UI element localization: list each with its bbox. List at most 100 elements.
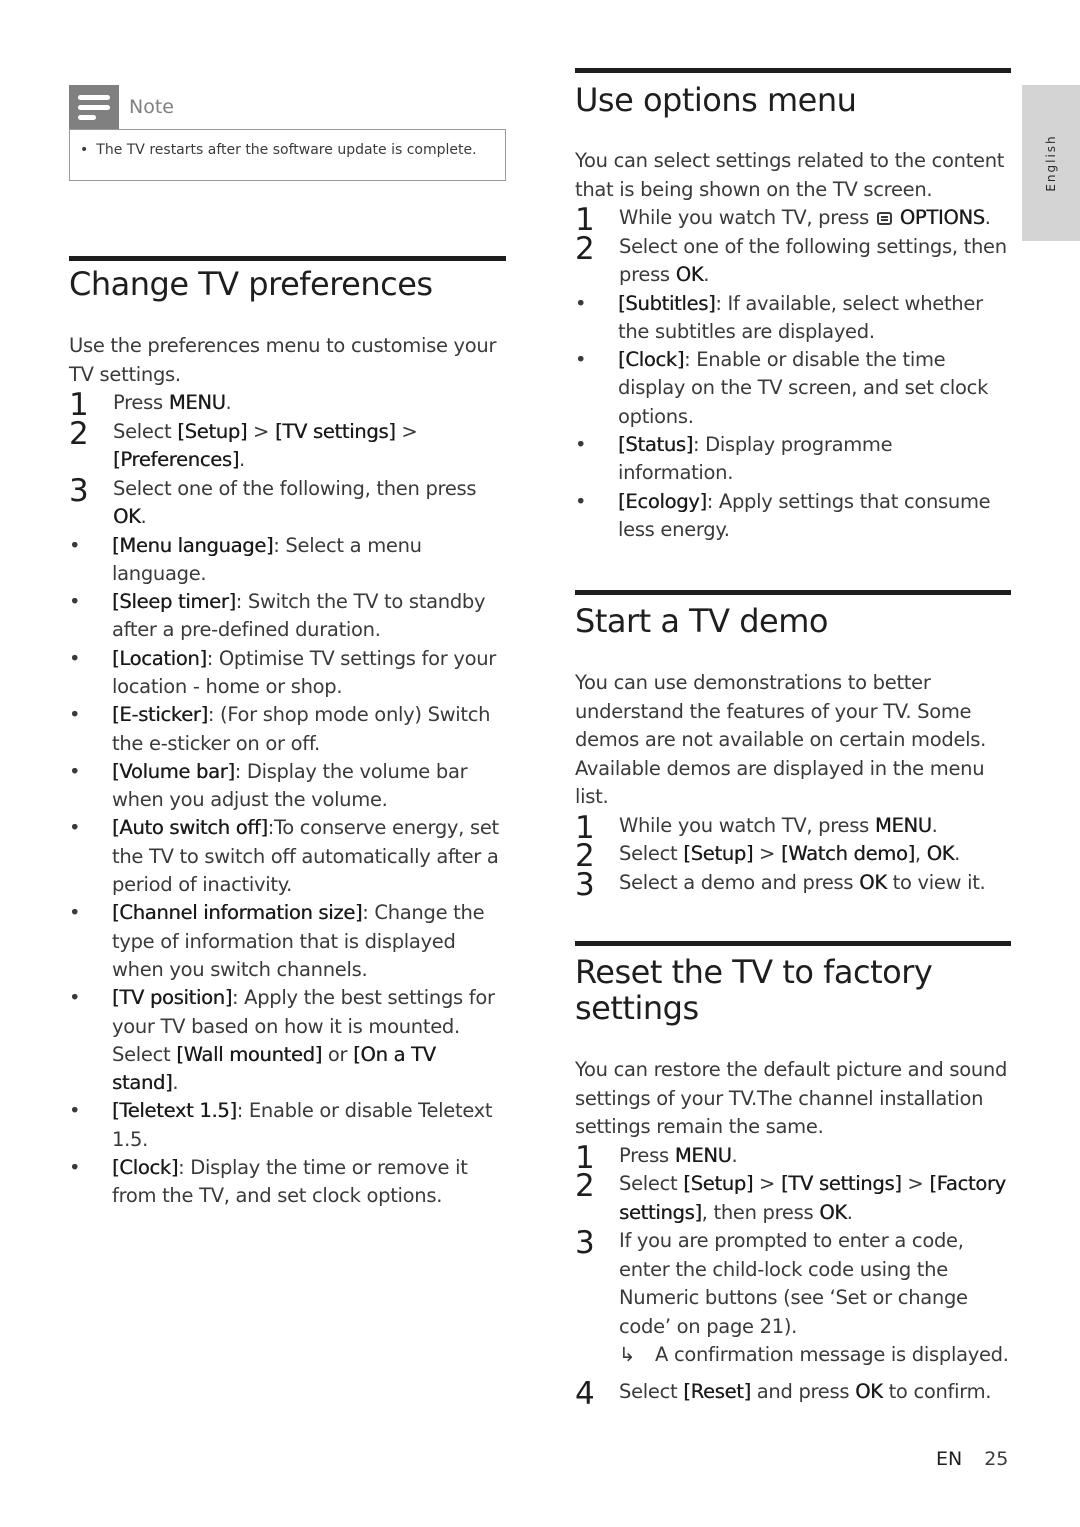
emphasis-text: OK [819,1200,847,1224]
bullet-icon: • [69,986,81,1010]
emphasis-text: OK [113,505,141,528]
page-footer: EN 25 [936,1448,1008,1470]
emphasis-text: [Teletext 1.5] [112,1099,237,1123]
step-item: 3 If you are prompted to enter a code, en… [575,1227,1011,1341]
bullet-text: [TV position]: Apply the best settings f… [112,986,495,1095]
emphasis-text: [Setup] [683,1172,754,1196]
step-item: 2 Select [Setup] > [TV settings] > [Prefe… [69,418,506,475]
emphasis-text: [Status] [618,432,693,456]
bullet-text: [E-sticker]: (For shop mode only) Switch… [112,703,491,755]
bullet-text: [Menu language]: Select a menu language. [112,533,422,585]
bullet-item: • [Status]: Display programme information… [575,431,1011,488]
bullet-item: • [Teletext 1.5]: Enable or disable Telet… [69,1097,506,1154]
emphasis-text: OK [926,842,955,866]
bullet-text: [Teletext 1.5]: Enable or disable Telete… [112,1099,493,1151]
emphasis-text: [Volume bar] [112,759,235,783]
bullet-icon: • [69,901,81,925]
emphasis-text: OPTIONS [893,206,985,229]
emphasis-text: [Channel information size] [112,901,363,925]
step-item: 4 Select [Reset] and press OK to confirm. [575,1375,1011,1412]
emphasis-text: [TV settings] [274,419,396,443]
section-intro: Use the preferences menu to customise yo… [69,334,497,386]
bullet-icon: • [69,533,81,557]
emphasis-text: [Watch demo] [780,842,915,866]
emphasis-text: [Auto switch off] [112,816,268,840]
emphasis-text: [Sleep timer] [112,590,236,614]
emphasis-text: [E-sticker] [112,703,208,727]
emphasis-text: [Preferences] [113,448,240,471]
step-number: 3 [69,472,89,509]
step-number: 4 [575,1375,595,1412]
step-item: 3 Select one of the following, then press… [69,475,506,532]
emphasis-text: [Clock] [112,1156,179,1180]
bullet-text: [Clock]: Display the time or remove it f… [112,1156,468,1208]
right-column: Use options menu You can select settings… [575,68,1011,1412]
bullet-list: • [Subtitles]: If available, select wheth… [575,290,1011,545]
bullet-item: • [Sleep timer]: Switch the TV to standby… [69,588,506,645]
bullet-icon: • [575,291,587,315]
step-text: Select one of the following settings, th… [619,234,1007,287]
language-tab: English [1022,85,1080,241]
emphasis-text: OK [675,263,704,286]
bullet-icon: • [575,489,587,513]
options-icon [876,212,892,225]
emphasis-text: [Ecology] [618,489,707,513]
bullet-item: • [Clock]: Enable or disable the time dis… [575,346,1011,431]
emphasis-text: MENU [874,813,932,837]
step-text: Select [Reset] and press OK to confirm. [619,1379,992,1403]
section-title-options-menu: Use options menu [575,81,857,119]
step-number: 2 [575,230,595,267]
step-text: Press MENU. [113,391,232,414]
emphasis-text: [Location] [112,646,207,670]
emphasis-text: [TV position] [112,986,233,1010]
step-text: Select [Setup] > [Watch demo], OK. [619,842,961,866]
note-header: Note [69,85,506,129]
step-text: Select [Setup] > [TV settings] > [Factor… [619,1172,1006,1224]
note-icon [69,85,119,129]
step-text: While you watch TV, press OPTIONS. [619,206,991,229]
step-number: 3 [575,1225,595,1262]
language-label: English [1044,134,1058,192]
note-box: Note • The TV restarts after the software… [69,85,506,181]
section-intro: You can use demonstrations to better und… [575,671,987,809]
step-number: 2 [575,1168,595,1205]
bullet-item: • [E-sticker]: (For shop mode only) Switc… [69,701,506,758]
step-text: Select a demo and press OK to view it. [619,870,986,894]
bullet-icon: • [69,1156,81,1180]
emphasis-text: OK [859,870,887,894]
page-number: 25 [984,1448,1009,1470]
bullet-text: [Channel information size]: Change the t… [112,901,485,981]
emphasis-text: [Wall mounted] [176,1042,322,1066]
bullet-text: [Sleep timer]: Switch the TV to standby … [112,590,486,642]
step-item: 2 Select [Setup] > [TV settings] > [Facto… [575,1170,1011,1227]
bullet-item: • [Volume bar]: Display the volume bar wh… [69,758,506,815]
bullet-icon: • [575,348,587,372]
step-result: ↳ A confirmation message is displayed. [575,1341,1011,1370]
emphasis-text: OK [855,1379,883,1403]
bullet-item: • [Clock]: Display the time or remove it … [69,1154,506,1211]
bullet-item: • [Subtitles]: If available, select wheth… [575,290,1011,347]
result-text: A confirmation message is displayed. [655,1343,1009,1367]
bullet-icon: • [575,432,587,456]
emphasis-text: [Clock] [618,348,685,372]
steps-list: 1 Press MENU. 2 Select [Setup] > [TV settin… [575,1142,1011,1412]
bullet-item: • [Auto switch off]:To conserve energy, s… [69,814,506,899]
bullet-icon: • [69,1099,81,1123]
emphasis-text: [Reset] [683,1379,751,1403]
note-title: Note [129,96,174,118]
bullet-text: [Subtitles]: If available, select whethe… [618,291,983,343]
emphasis-text: [Subtitles] [618,291,716,315]
step-number: 3 [575,866,595,903]
steps-list: 1 While you watch TV, press OPTIONS. 2 Sele… [575,204,1011,290]
bullet-text: [Clock]: Enable or disable the time disp… [618,348,989,428]
step-item: 1 Press MENU. [69,389,506,420]
step-number: 2 [69,415,89,452]
steps-list: 1 While you watch TV, press MENU. 2 Select … [575,812,1011,903]
result-arrow-icon: ↳ [619,1343,636,1367]
bullet-text: [Auto switch off]:To conserve energy, se… [112,816,499,897]
step-item: 2 Select [Setup] > [Watch demo], OK. [575,840,1011,871]
note-body: • The TV restarts after the software upda… [69,129,506,181]
bullet-item: • [Channel information size]: Change the … [69,899,506,984]
step-item: 3 Select a demo and press OK to view it. [575,866,1011,903]
bullet-icon: • [69,759,81,783]
